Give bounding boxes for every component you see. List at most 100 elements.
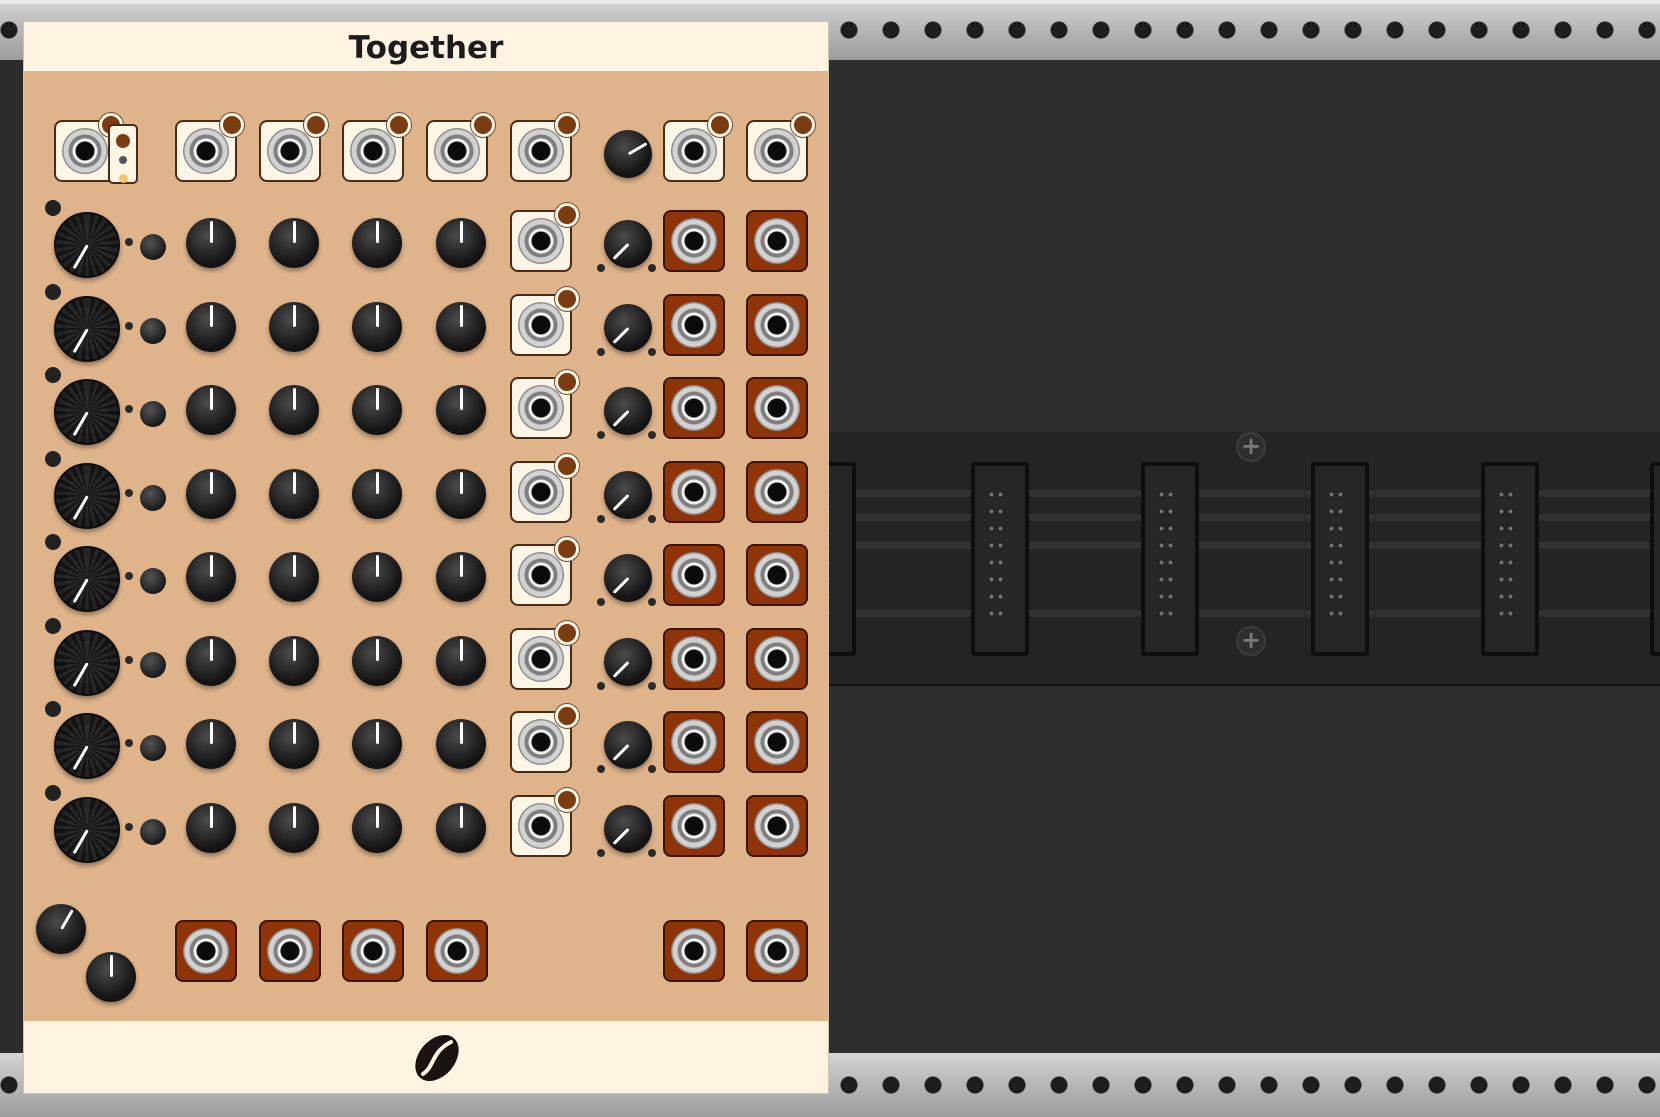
channel-button[interactable] [140,401,166,427]
channel-button[interactable] [140,568,166,594]
channel-level-knob[interactable] [54,212,120,278]
channel-pan-knob[interactable] [604,220,652,268]
channel-param-knob[interactable] [436,552,486,602]
channel-output-jack-right[interactable] [746,627,808,690]
channel-input-jack[interactable] [510,704,579,773]
channel-input-jack[interactable] [510,453,579,523]
input-jack-top[interactable] [426,113,495,182]
channel-output-jack-left[interactable] [663,210,725,272]
input-jack-top[interactable] [746,113,815,182]
channel-param-knob[interactable] [186,802,236,853]
mix-output-jack-right[interactable] [746,920,808,982]
bottom-output-jack[interactable] [426,920,488,982]
channel-pan-knob[interactable] [604,804,652,853]
channel-param-knob[interactable] [186,301,236,352]
channel-param-knob[interactable] [436,301,486,352]
channel-button[interactable] [140,735,166,761]
channel-button[interactable] [140,651,166,678]
channel-param-knob[interactable] [269,802,319,853]
input-jack-top[interactable] [259,113,328,182]
knob-pointer [209,471,213,494]
channel-output-jack-left[interactable] [663,377,725,439]
channel-param-knob[interactable] [436,468,486,519]
channel-param-knob[interactable] [436,385,486,435]
channel-param-knob[interactable] [186,385,236,435]
channel-param-knob[interactable] [352,385,402,435]
channel-pan-knob[interactable] [604,721,652,769]
channel-output-jack-right[interactable] [746,794,808,857]
channel-param-knob[interactable] [269,468,319,519]
channel-level-knob[interactable] [54,379,120,445]
channel-output-jack-left[interactable] [663,460,725,523]
channel-input-jack[interactable] [510,203,579,272]
global-knob-a[interactable] [36,904,86,954]
channel-level-knob[interactable] [54,629,120,696]
channel-param-knob[interactable] [186,218,236,268]
channel-param-knob[interactable] [352,552,402,602]
channel-param-knob[interactable] [436,719,486,769]
channel-param-knob[interactable] [186,468,236,519]
input-jack-top[interactable] [663,113,732,182]
channel-param-knob[interactable] [436,218,486,268]
channel-input-jack[interactable] [510,620,579,690]
bottom-output-jack[interactable] [175,920,237,982]
channel-param-knob[interactable] [269,635,319,686]
channel-pan-knob[interactable] [604,470,652,519]
input-jack-top[interactable] [342,113,411,182]
channel-output-jack-right[interactable] [746,460,808,523]
channel-button[interactable] [140,484,166,511]
bottom-output-jack[interactable] [342,920,404,982]
channel-param-knob[interactable] [269,552,319,602]
channel-output-jack-right[interactable] [746,377,808,439]
channel-param-knob[interactable] [269,301,319,352]
channel-param-knob[interactable] [352,468,402,519]
bottom-output-jack[interactable] [259,920,321,982]
channel-pan-knob[interactable] [604,387,652,435]
channel-output-jack-right[interactable] [746,210,808,272]
channel-param-knob[interactable] [186,719,236,769]
channel-param-knob[interactable] [269,218,319,268]
channel-param-knob[interactable] [352,635,402,686]
channel-input-jack[interactable] [510,286,579,356]
channel-output-jack-left[interactable] [663,794,725,857]
channel-param-knob[interactable] [352,301,402,352]
channel-output-jack-left[interactable] [663,544,725,606]
channel-button[interactable] [140,234,166,260]
channel-input-jack[interactable] [510,370,579,439]
input-jack-top[interactable] [175,113,244,182]
channel-output-jack-left[interactable] [663,293,725,356]
channel-button[interactable] [140,818,166,845]
channel-param-knob[interactable] [436,635,486,686]
jack-socket-icon [267,128,313,174]
channel-button[interactable] [140,317,166,344]
channel-param-knob[interactable] [436,802,486,853]
channel-level-knob[interactable] [54,462,120,529]
channel-input-jack[interactable] [510,787,579,857]
channel-param-knob[interactable] [352,218,402,268]
channel-param-knob[interactable] [352,802,402,853]
channel-level-knob[interactable] [54,546,120,612]
mix-output-jack-left[interactable] [663,920,725,982]
channel-level-knob[interactable] [54,295,120,362]
channel-param-knob[interactable] [186,552,236,602]
global-knob-b[interactable] [86,952,136,1002]
channel-pan-knob[interactable] [604,303,652,352]
channel-output-jack-right[interactable] [746,293,808,356]
channel-param-knob[interactable] [186,635,236,686]
channel-output-jack-left[interactable] [663,627,725,690]
channel-output-jack-left[interactable] [663,711,725,773]
channel-input-jack[interactable] [510,537,579,606]
together-module[interactable]: Together [24,22,828,1093]
channel-param-knob[interactable] [269,385,319,435]
channel-pan-knob[interactable] [604,637,652,686]
channel-output-jack-right[interactable] [746,544,808,606]
channel-param-knob[interactable] [352,719,402,769]
input-jack-top[interactable] [54,113,123,182]
channel-level-knob[interactable] [54,713,120,779]
input-jack-top[interactable] [510,113,579,182]
channel-param-knob[interactable] [269,719,319,769]
top-mix-knob[interactable] [604,130,652,178]
channel-output-jack-right[interactable] [746,711,808,773]
channel-level-knob[interactable] [54,796,120,863]
channel-pan-knob[interactable] [604,554,652,602]
